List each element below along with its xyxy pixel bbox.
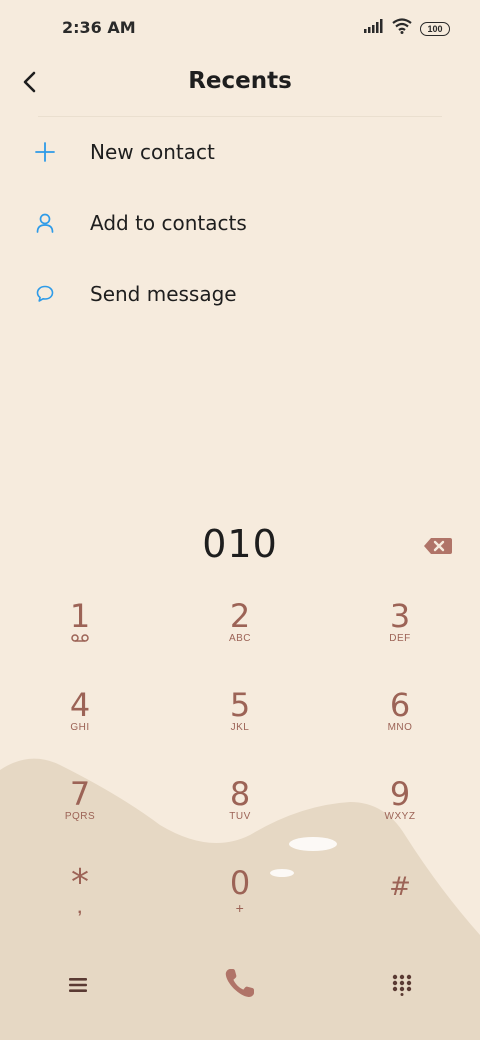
voicemail-icon <box>20 633 140 647</box>
key-digit: 2 <box>229 597 251 635</box>
key-letters: GHI <box>70 722 90 733</box>
dialed-number[interactable]: 010 <box>0 522 480 566</box>
send-message-label: Send message <box>90 282 237 306</box>
key-6[interactable]: 6 MNO <box>340 686 460 766</box>
key-letters: TUV <box>229 811 251 822</box>
dialpad-grid-icon <box>392 974 412 1001</box>
key-digit: * <box>71 862 89 903</box>
message-bubble-icon <box>32 281 58 307</box>
key-letters <box>340 904 460 918</box>
key-letters: ABC <box>228 633 252 644</box>
wifi-icon <box>392 18 412 39</box>
key-digit: 6 <box>389 686 411 724</box>
key-1[interactable]: 1 <box>20 597 140 677</box>
key-digit: 3 <box>389 597 411 635</box>
key-letters: JKL <box>230 722 250 733</box>
key-8[interactable]: 8 TUV <box>180 775 300 855</box>
key-9[interactable]: 9 WXYZ <box>340 775 460 855</box>
key-digit: 7 <box>69 775 91 813</box>
key-0[interactable]: 0 + <box>180 864 300 944</box>
key-digit: 0 <box>229 864 251 902</box>
key-digit: 8 <box>229 775 251 813</box>
key-4[interactable]: 4 GHI <box>20 686 140 766</box>
key-digit: 4 <box>69 686 91 724</box>
new-contact-label: New contact <box>90 140 215 164</box>
key-3[interactable]: 3 DEF <box>340 597 460 677</box>
status-bar: 2:36 AM 100 <box>0 0 480 56</box>
key-5[interactable]: 5 JKL <box>180 686 300 766</box>
key-digit: # <box>389 872 411 902</box>
plus-icon <box>32 139 58 165</box>
backspace-icon <box>420 538 456 564</box>
key-digit: 1 <box>69 597 91 635</box>
add-to-contacts-item[interactable]: Add to contacts <box>0 193 480 253</box>
key-letters: DEF <box>389 633 411 644</box>
key-7[interactable]: 7 PQRS <box>20 775 140 855</box>
key-letters: PQRS <box>64 811 96 822</box>
menu-button[interactable] <box>48 957 108 1017</box>
key-letters: WXYZ <box>384 811 416 822</box>
signal-icon <box>364 19 384 38</box>
phone-icon <box>222 965 258 1006</box>
key-star[interactable]: * , <box>20 864 140 944</box>
add-to-contacts-label: Add to contacts <box>90 211 247 235</box>
send-message-item[interactable]: Send message <box>0 264 480 324</box>
key-letters: , <box>77 900 83 917</box>
header-divider <box>38 116 442 117</box>
key-2[interactable]: 2 ABC <box>180 597 300 677</box>
new-contact-item[interactable]: New contact <box>0 122 480 182</box>
bottom-bar <box>0 955 480 1019</box>
battery-indicator: 100 <box>420 21 450 36</box>
page-title: Recents <box>188 68 292 94</box>
call-button[interactable] <box>210 955 270 1015</box>
dialpad-toggle-button[interactable] <box>372 957 432 1017</box>
backspace-button[interactable] <box>420 532 456 560</box>
key-letters: + <box>235 900 245 916</box>
key-digit: 5 <box>229 686 251 724</box>
status-icons: 100 <box>364 18 450 39</box>
hamburger-menu-icon <box>68 976 88 999</box>
person-icon <box>32 210 58 236</box>
header: Recents <box>0 56 480 112</box>
status-time: 2:36 AM <box>62 18 136 37</box>
key-digit: 9 <box>389 775 411 813</box>
key-letters: MNO <box>387 722 413 733</box>
key-hash[interactable]: # <box>340 864 460 944</box>
